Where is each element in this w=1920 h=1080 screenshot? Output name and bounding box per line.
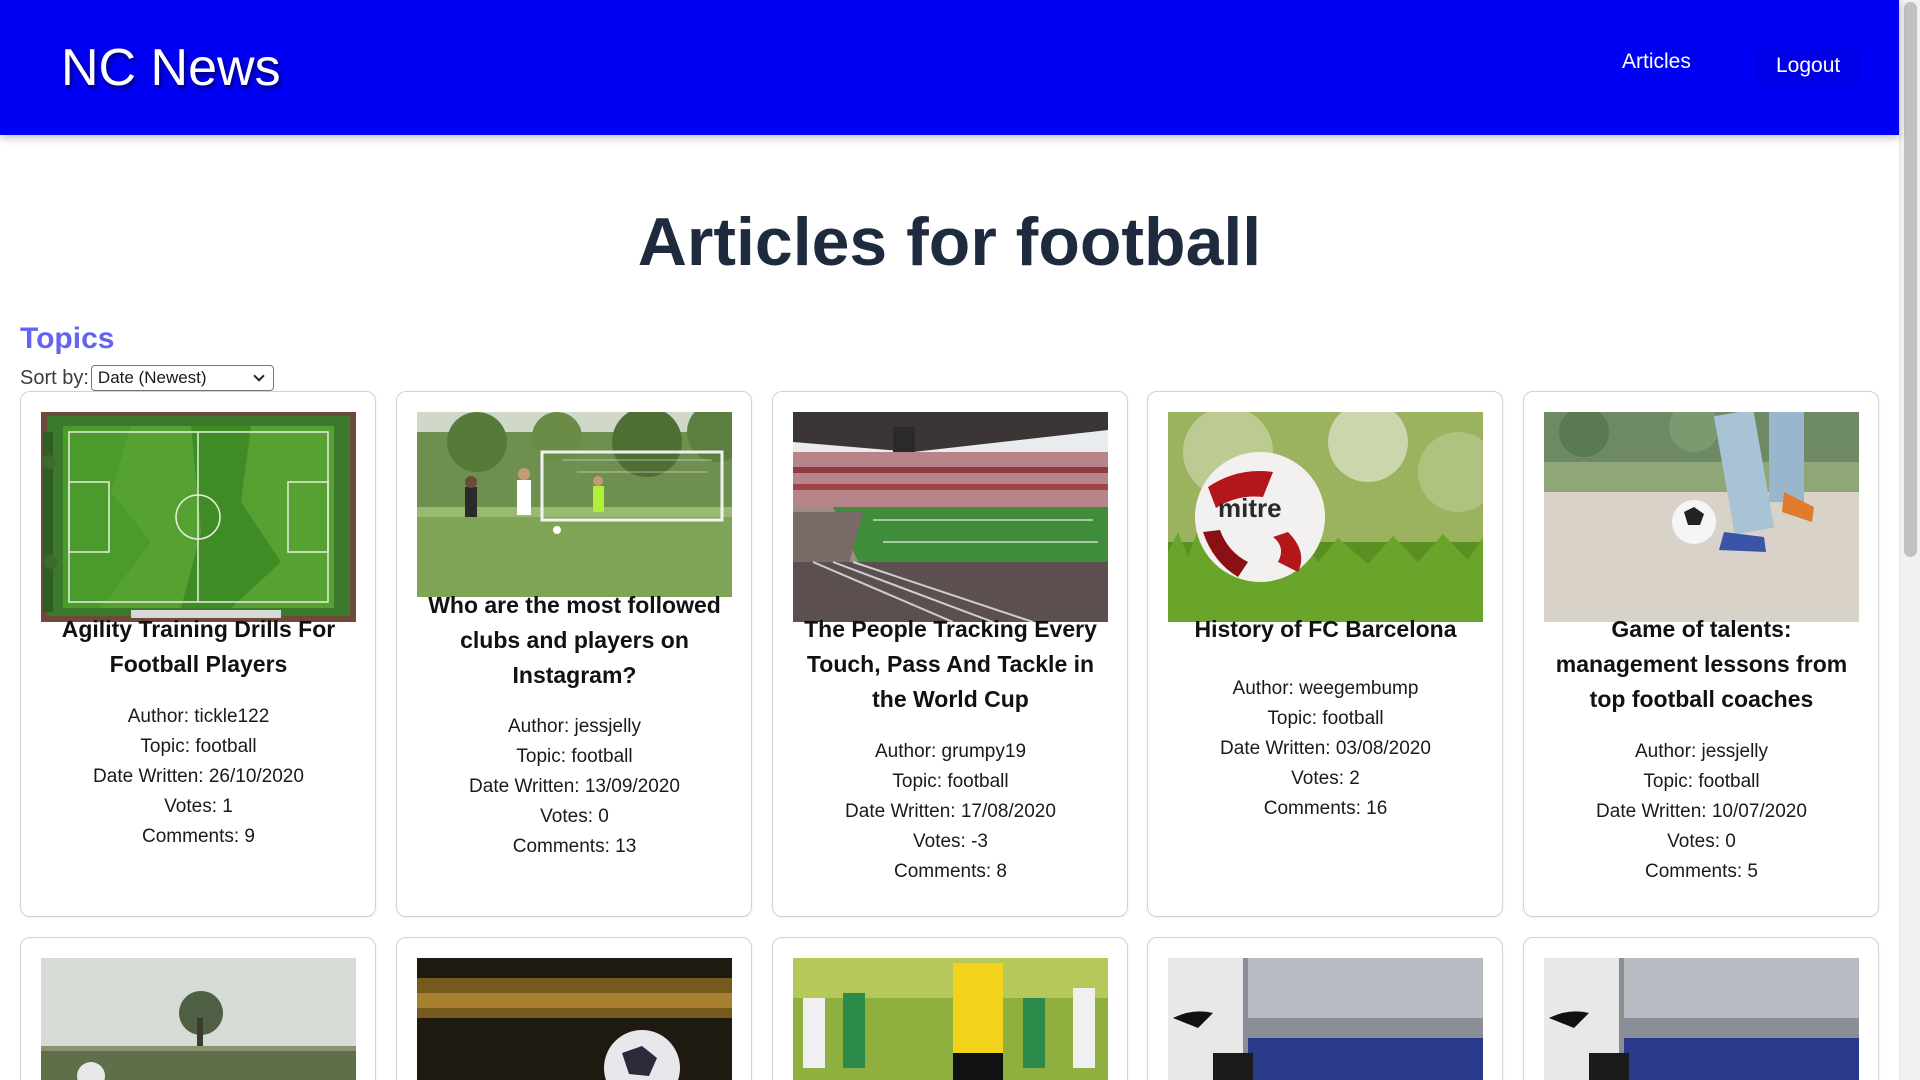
article-votes: Votes: 0	[540, 806, 609, 827]
article-image-player-feet	[1544, 412, 1859, 622]
chevron-down-icon	[253, 370, 265, 382]
article-comments: Comments: 13	[512, 836, 637, 857]
sort-selected-value: Date (Newest)	[97, 368, 207, 387]
article-date: Date Written: 17/08/2020	[845, 801, 1056, 822]
article-votes: Votes: 2	[1291, 768, 1360, 789]
topics-link[interactable]: Topics	[20, 322, 114, 356]
article-topic: Topic: football	[1643, 771, 1760, 792]
article-date: Date Written: 26/10/2020	[93, 766, 304, 787]
article-meta: Author: tickle122 Topic: football Date W…	[41, 702, 356, 852]
sort-select[interactable]: Date (Newest)	[90, 365, 274, 391]
logout-button[interactable]: Logout	[1758, 48, 1859, 84]
article-title[interactable]: Game of talents: management lessons from…	[1544, 612, 1859, 717]
article-card[interactable]	[1523, 937, 1879, 1080]
article-meta: Author: grumpy19 Topic: football Date Wr…	[793, 737, 1108, 887]
article-topic: Topic: football	[892, 771, 1009, 792]
article-title[interactable]: History of FC Barcelona	[1168, 612, 1483, 647]
article-topic: Topic: football	[140, 736, 257, 757]
article-image-field-sunset	[41, 958, 356, 1080]
article-image-boot-closeup	[1168, 958, 1483, 1080]
article-date: Date Written: 10/07/2020	[1596, 801, 1807, 822]
scrollbar-thumb[interactable]	[1904, 2, 1917, 557]
article-title[interactable]: Agility Training Drills For Football Pla…	[41, 612, 356, 682]
page-scrollbar[interactable]	[1899, 0, 1920, 1080]
article-votes: Votes: -3	[913, 831, 988, 852]
article-card[interactable]	[772, 937, 1128, 1080]
article-author: Author: tickle122	[127, 706, 270, 727]
article-comments: Comments: 8	[894, 861, 1007, 882]
article-meta: Author: weegembump Topic: football Date …	[1168, 674, 1483, 824]
nav-articles-link[interactable]: Articles	[1622, 50, 1691, 74]
article-topic: Topic: football	[1267, 708, 1384, 729]
article-title[interactable]: The People Tracking Every Touch, Pass An…	[793, 612, 1108, 717]
navbar: NC News Articles Logout	[0, 0, 1899, 135]
article-meta: Author: jessjelly Topic: football Date W…	[1544, 737, 1859, 887]
article-author: Author: jessjelly	[1634, 741, 1769, 762]
article-image-mitre-ball: mitre	[1168, 412, 1483, 622]
page-title: Articles for football	[637, 204, 1262, 280]
article-comments: Comments: 5	[1645, 861, 1758, 882]
article-date: Date Written: 03/08/2020	[1220, 738, 1431, 759]
article-votes: Votes: 1	[164, 796, 233, 817]
article-author: Author: jessjelly	[507, 716, 642, 737]
article-card[interactable]: mitre History of FC Barcelona Author: we…	[1147, 391, 1503, 917]
article-date: Date Written: 13/09/2020	[469, 776, 680, 797]
article-card[interactable]	[1147, 937, 1503, 1080]
brand-logo[interactable]: NC News	[61, 38, 281, 98]
article-comments: Comments: 16	[1263, 798, 1388, 819]
article-card[interactable]: Agility Training Drills For Football Pla…	[20, 391, 376, 917]
article-card[interactable]: Game of talents: management lessons from…	[1523, 391, 1879, 917]
article-author: Author: weegembump	[1232, 678, 1419, 699]
svg-text:mitre: mitre	[1218, 493, 1282, 523]
article-author: Author: grumpy19	[874, 741, 1027, 762]
article-card[interactable]	[396, 937, 752, 1080]
article-meta: Author: jessjelly Topic: football Date W…	[417, 712, 732, 862]
article-title[interactable]: Who are the most followed clubs and play…	[417, 588, 732, 693]
article-image-stadium	[793, 412, 1108, 622]
article-image-match-referee	[793, 958, 1108, 1080]
article-comments: Comments: 9	[142, 826, 255, 847]
article-image-players-goal	[417, 412, 732, 597]
sort-label: Sort by:	[20, 366, 89, 389]
article-image-pitch-aerial	[41, 412, 356, 622]
article-image-boot-closeup	[1544, 958, 1859, 1080]
article-image-ball-dark	[417, 958, 732, 1080]
sort-control: Sort by: Date (Newest)	[20, 365, 274, 391]
article-card[interactable]: Who are the most followed clubs and play…	[396, 391, 752, 917]
article-votes: Votes: 0	[1667, 831, 1736, 852]
article-card[interactable]	[20, 937, 376, 1080]
article-topic: Topic: football	[516, 746, 633, 767]
article-card[interactable]: The People Tracking Every Touch, Pass An…	[772, 391, 1128, 917]
